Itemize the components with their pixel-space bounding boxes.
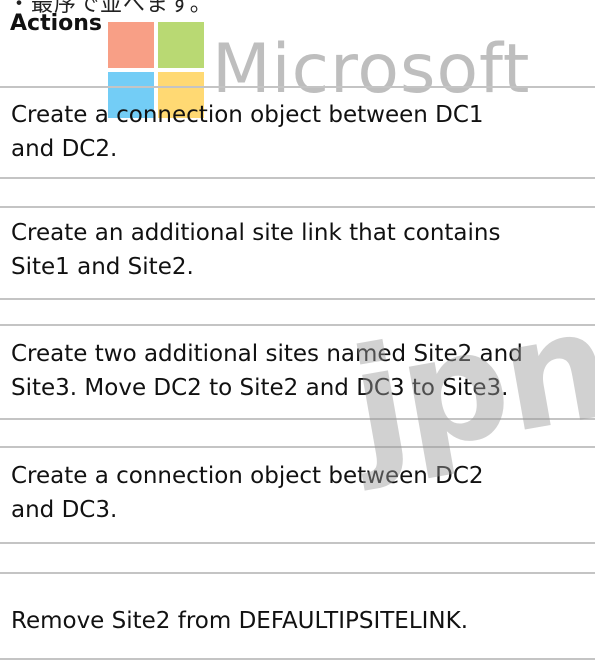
action-item-text: Create an additional site link that cont… xyxy=(11,220,501,280)
actions-heading: Actions xyxy=(10,11,102,36)
action-item-text: Remove Site2 from DEFAULTIPSITELINK. xyxy=(11,608,469,634)
logo-square-green xyxy=(158,22,204,68)
logo-square-red xyxy=(108,22,154,68)
action-item-1[interactable]: Create a connection object between DC1 a… xyxy=(0,86,595,179)
action-item-2[interactable]: Create an additional site link that cont… xyxy=(0,206,595,300)
action-item-5[interactable]: Remove Site2 from DEFAULTIPSITELINK. xyxy=(0,572,595,660)
action-item-text: Create a connection object between DC1 a… xyxy=(11,102,484,162)
